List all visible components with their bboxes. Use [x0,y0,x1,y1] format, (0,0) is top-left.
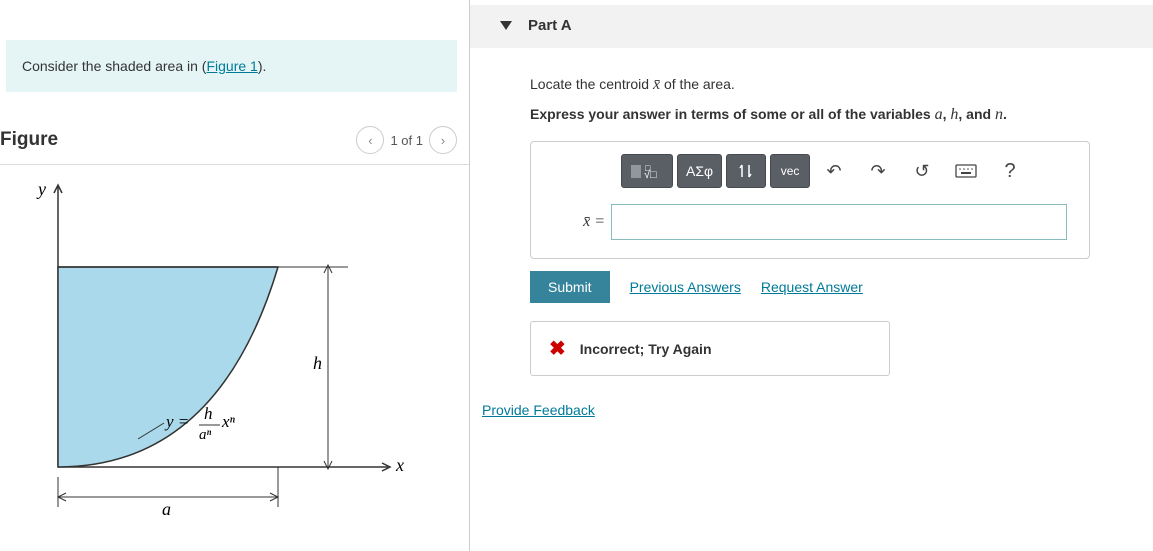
prompt-prefix: Consider the shaded area in ( [22,58,206,74]
q2-c3: . [1003,106,1007,122]
previous-answers-link[interactable]: Previous Answers [630,279,741,295]
help-button[interactable]: ? [990,154,1030,188]
figure-header: Figure ‹ 1 of 1 › [0,126,469,165]
left-column: Consider the shaded area in (Figure 1). … [0,0,470,551]
q2-prefix: Express your answer in terms of some or … [530,106,935,122]
equation-toolbar: □√□ ΑΣφ vec ↶ ↷ ↺ ? [621,154,1067,188]
right-column: Part A Locate the centroid x̄ of the are… [470,0,1153,551]
figure-pager: ‹ 1 of 1 › [356,126,457,154]
incorrect-icon: ✖ [549,336,566,361]
feedback-box: ✖ Incorrect; Try Again [530,321,890,376]
eq-lhs: y = [164,412,189,431]
prompt-box: Consider the shaded area in (Figure 1). [6,40,457,92]
svg-text:√□: √□ [644,169,657,181]
eq-rhs: xⁿ [221,412,236,431]
next-figure-button[interactable]: › [429,126,457,154]
request-answer-link[interactable]: Request Answer [761,279,863,295]
q1-prefix: Locate the centroid [530,76,653,92]
keyboard-button[interactable] [946,154,986,188]
submit-row: Submit Previous Answers Request Answer [530,271,1143,303]
q1-suffix: of the area. [660,76,735,92]
template-button[interactable]: □√□ [621,154,673,188]
eq-num: h [204,404,213,423]
label-x: x [395,455,404,475]
vector-button[interactable]: vec [770,154,810,188]
equation-row: x̄ = [573,204,1067,240]
eq-den: aⁿ [199,427,212,443]
label-a: a [162,499,171,519]
part-a-title: Part A [528,17,572,34]
label-y: y [36,179,46,199]
collapse-icon [500,21,512,30]
q2-c2: , and [958,106,995,122]
prompt-suffix: ). [258,58,267,74]
figure-title: Figure [0,129,58,151]
figure-area[interactable]: y x h a y = h [0,167,469,527]
question-block: Locate the centroid x̄ of the area. Expr… [470,48,1153,376]
provide-feedback-link[interactable]: Provide Feedback [482,402,595,418]
question-2: Express your answer in terms of some or … [530,102,1143,128]
feedback-text: Incorrect; Try Again [580,341,712,357]
reset-button[interactable]: ↺ [902,154,942,188]
part-a-header[interactable]: Part A [470,5,1153,48]
redo-button[interactable]: ↷ [858,154,898,188]
q2-v1: a [935,106,943,123]
question-1: Locate the centroid x̄ of the area. [530,72,1143,98]
answer-input[interactable] [611,204,1067,240]
answer-box: □√□ ΑΣφ vec ↶ ↷ ↺ ? x̄ = [530,141,1090,259]
undo-button[interactable]: ↶ [814,154,854,188]
submit-button[interactable]: Submit [530,271,610,303]
equation-label: x̄ = [573,213,605,231]
pager-text: 1 of 1 [390,133,423,148]
greek-button[interactable]: ΑΣφ [677,154,722,188]
q2-v3: n [995,106,1003,123]
subsup-button[interactable] [726,154,766,188]
label-h: h [313,353,322,373]
figure-link[interactable]: Figure 1 [206,58,257,74]
figure-diagram: y x h a y = h [18,177,428,527]
prev-figure-button[interactable]: ‹ [356,126,384,154]
